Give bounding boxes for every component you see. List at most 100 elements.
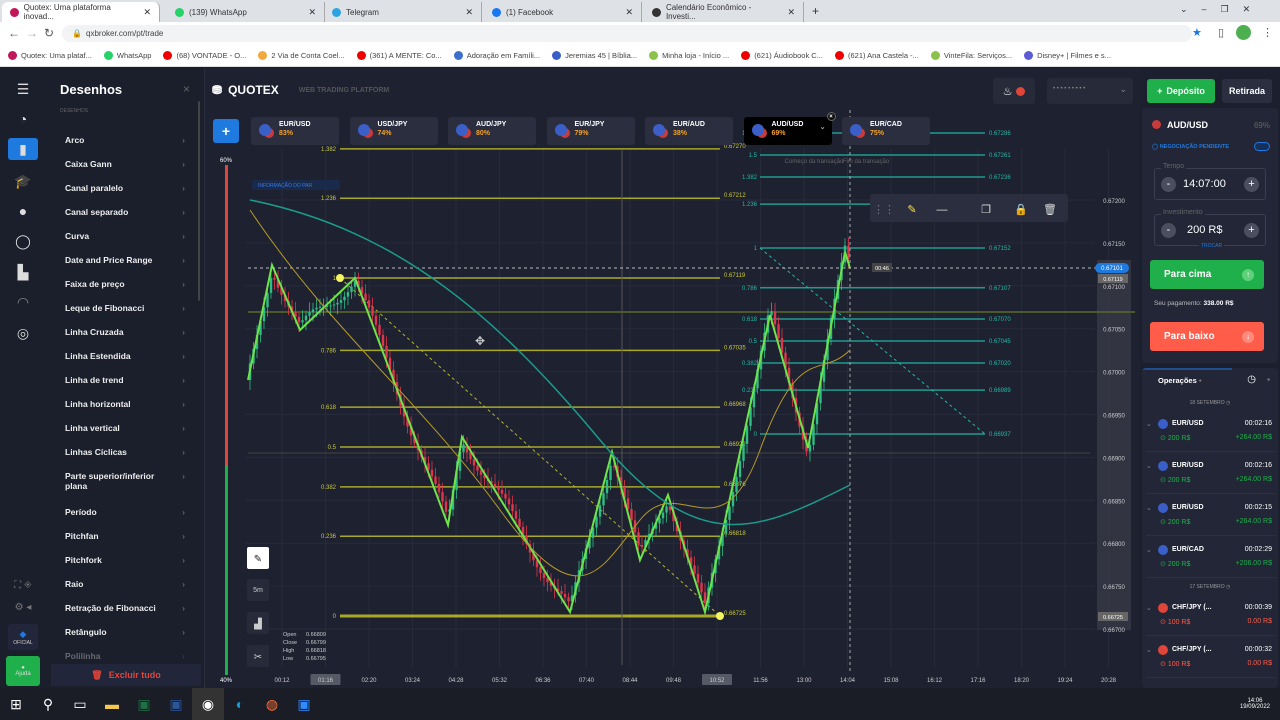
drawing-tool-item[interactable]: Linha horizontal › <box>65 399 185 409</box>
close-icon[interactable]: × <box>183 82 190 96</box>
drawing-tool-item[interactable]: Pitchfork › <box>65 555 185 565</box>
browser-tab[interactable]: Telegram ✕ <box>324 2 482 22</box>
donut-icon[interactable]: ◯ <box>8 230 38 252</box>
put-button[interactable]: Para baixo ↓ <box>1150 322 1264 351</box>
switch-link[interactable]: TROCAR <box>1199 243 1225 249</box>
bookmark-item[interactable]: 2 Via de Conta Coel... <box>258 51 345 60</box>
drawing-tool-item[interactable]: Linha Estendida › <box>65 351 185 361</box>
user-icon[interactable]: ● <box>8 200 38 222</box>
add-asset-button[interactable]: + <box>213 119 239 143</box>
drawing-tool-item[interactable]: Raio › <box>65 579 185 589</box>
operation-item[interactable]: ⌄ EUR/USD 00:02:16 ⊙ 200 R$ +264.00 R$ <box>1146 414 1276 452</box>
drawing-tool-item[interactable]: Pitchfan › <box>65 531 185 541</box>
chart-area[interactable]: 0.67200 0.67150 0.67100 0.67050 0.67000 0.669… <box>205 68 1140 688</box>
close-tab-icon[interactable]: ✕ <box>625 7 633 18</box>
drawing-tool-item[interactable]: Linha de trend › <box>65 375 185 385</box>
price-chart[interactable]: 0.67200 0.67150 0.67100 0.67050 0.67000 0.669… <box>205 68 1140 688</box>
asset-tab[interactable]: EUR/JPY 79% <box>546 117 635 145</box>
history-icon[interactable]: ◷ <box>1247 374 1256 385</box>
drawing-tool-item[interactable]: Parte superior/inferior plana › <box>65 471 185 491</box>
bookmark-item[interactable]: (621) Ana Castela -... <box>834 51 919 60</box>
bookmark-item[interactable]: Quotex: Uma plataf... <box>8 51 92 60</box>
market-icon[interactable]: ◎ <box>8 322 38 344</box>
drawing-tool-item[interactable]: Período › <box>65 507 185 517</box>
bookmark-item[interactable]: (621) Áudiobook C... <box>741 51 823 60</box>
drawing-tool-item[interactable]: Curva › <box>65 231 185 241</box>
browser-tab[interactable]: (139) WhatsApp ✕ <box>167 2 325 22</box>
menu-icon[interactable]: ⋮ <box>1262 26 1273 39</box>
expand-icon[interactable]: ▪ <box>1267 375 1270 384</box>
bookmark-item[interactable]: (68) VONTADE - O... <box>163 51 246 60</box>
notifications-button[interactable]: ♨ <box>993 78 1035 104</box>
withdraw-button[interactable]: Retirada <box>1222 79 1272 103</box>
menu-icon[interactable]: ☰ <box>8 78 38 100</box>
drawing-tool-item[interactable]: Leque de Fibonacci › <box>65 303 185 313</box>
delete-all-button[interactable]: 🗑 Excluir tudo <box>51 664 201 686</box>
asset-tab[interactable]: AUD/JPY 80% <box>448 117 536 145</box>
bookmark-item[interactable]: (361) A MENTE: Co... <box>356 51 442 60</box>
windows-start-icon[interactable]: ⊞ <box>0 688 32 720</box>
drawing-tool-item[interactable]: Retângulo › <box>65 627 185 637</box>
bookmark-item[interactable]: WhatsApp <box>103 51 151 60</box>
invest-minus-button[interactable]: - <box>1161 223 1176 238</box>
pending-trade-toggle[interactable]: ◯ NEGOCIAÇÃO PENDENTE <box>1152 144 1229 150</box>
clone-icon[interactable]: ❐ <box>981 204 991 216</box>
profile-avatar[interactable] <box>1236 25 1251 40</box>
account-selector[interactable]: • • • • • • • • • ⌄ <box>1047 78 1133 104</box>
firefox-icon[interactable]: ◍ <box>256 688 288 720</box>
back-icon[interactable]: ← <box>8 26 20 40</box>
close-tab-icon[interactable]: ✕ <box>143 7 151 18</box>
edge-icon[interactable]: ◐ <box>224 688 256 720</box>
asset-tab[interactable]: EUR/USD 83% <box>251 117 339 145</box>
new-tab-icon[interactable]: + <box>812 4 819 18</box>
asset-tab[interactable]: USD/JPY 74% <box>349 117 438 145</box>
zoom-icon[interactable]: ▣ <box>288 688 320 720</box>
scrollbar[interactable] <box>198 101 200 301</box>
bookmark-item[interactable]: VinteFila: Serviços... <box>930 51 1012 60</box>
line-style-icon[interactable]: — <box>937 204 948 216</box>
excel-icon[interactable]: ▣ <box>128 688 160 720</box>
close-tab-icon[interactable]: ✕ <box>465 7 473 18</box>
drawing-tool-item[interactable]: Arco › <box>65 135 185 145</box>
asset-tab[interactable]: EUR/CAD 75% <box>842 117 930 145</box>
reload-icon[interactable]: ↻ <box>44 26 54 40</box>
drawing-tool-item[interactable]: Polilinha › <box>65 651 185 661</box>
search-icon[interactable]: ⚲ <box>32 688 64 720</box>
color-picker-icon[interactable]: ✎ <box>907 204 916 216</box>
bookmark-item[interactable]: Disney+ | Filmes e s... <box>1024 51 1111 60</box>
operation-item[interactable]: ⌄ EUR/CAD 00:02:29 ⊙ 200 R$ +206.00 R$ <box>1146 540 1276 578</box>
time-plus-button[interactable]: + <box>1244 177 1259 192</box>
timer-icon[interactable]: ◔ <box>8 108 38 130</box>
drawing-tool-item[interactable]: Canal paralelo › <box>65 183 185 193</box>
browser-tab[interactable]: (1) Facebook ✕ <box>484 2 642 22</box>
drawing-tool-item[interactable]: Date and Price Range › <box>65 255 185 265</box>
bookmark-star-icon[interactable]: ★ <box>1192 26 1202 39</box>
help-button[interactable]: ● Ajuda <box>6 656 40 686</box>
browser-tab[interactable]: Calendário Econômico - Investi... ✕ <box>644 2 804 22</box>
forward-icon[interactable]: → <box>26 26 38 40</box>
time-field[interactable]: Tempo - 14:07:00 + <box>1154 163 1266 200</box>
drawing-tool-item[interactable]: Faixa de preço › <box>65 279 185 289</box>
word-icon[interactable]: ▣ <box>160 688 192 720</box>
drawing-tool-item[interactable]: Caixa Gann › <box>65 159 185 169</box>
asset-tab[interactable]: EUR/AUD 38% <box>645 117 733 145</box>
chart-icon[interactable]: ▮ <box>8 138 38 160</box>
call-button[interactable]: Para cima ↑ <box>1150 260 1264 289</box>
operation-item[interactable]: ⌄ EUR/USD 00:02:15 ⊙ 200 R$ +264.00 R$ <box>1146 498 1276 536</box>
task-view-icon[interactable]: ▭ <box>64 688 96 720</box>
bookmark-item[interactable]: Minha loja - Início ... <box>649 51 729 60</box>
education-icon[interactable]: 🎓 <box>8 170 38 192</box>
file-explorer-icon[interactable]: ▬ <box>96 688 128 720</box>
browser-tab[interactable]: Quotex: Uma plataforma inovad... ✕ <box>2 2 160 22</box>
pending-switch[interactable] <box>1254 142 1270 151</box>
operation-item[interactable]: ⌄ CHF/JPY (... 00:00:32 ⊙ 100 R$ 0.00 R$ <box>1146 640 1276 678</box>
gauge-icon[interactable]: ◠ <box>8 291 38 313</box>
lock-icon[interactable]: 🔒 <box>1014 203 1028 216</box>
fullscreen-icon[interactable]: ⛶ ◈ <box>8 574 38 596</box>
bookmark-item[interactable]: Jeremias 45 | Bíblia... <box>552 51 637 60</box>
asset-tab[interactable]: AUD/USD 69% ⌄ × <box>743 112 836 145</box>
operation-item[interactable]: ⌄ CHF/JPY (... 00:00:39 ⊙ 100 R$ 0.00 R$ <box>1146 598 1276 636</box>
sidebar-icon[interactable]: ▯ <box>1218 26 1224 39</box>
drawing-tool-item[interactable]: Canal separado › <box>65 207 185 217</box>
delete-icon[interactable]: 🗑 <box>1043 203 1057 216</box>
